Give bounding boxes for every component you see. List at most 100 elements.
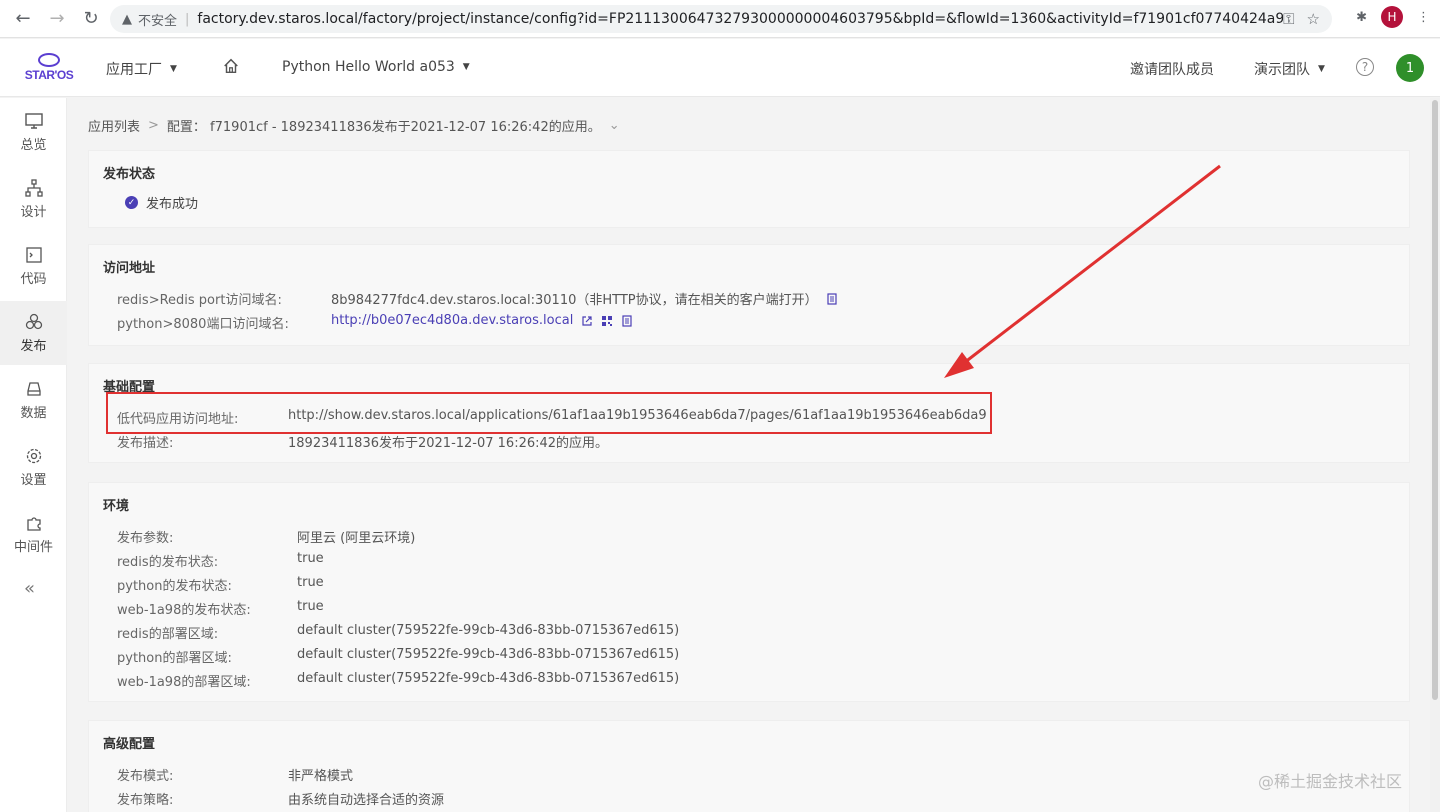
invite-label: 邀请团队成员 [1130,62,1214,78]
url-text[interactable]: factory.dev.staros.local/factory/project… [197,11,1283,27]
app-factory-menu[interactable]: 应用工厂 ▼ [106,59,177,79]
home-icon[interactable] [222,57,240,75]
env-key: web-1a98的部署区域: [117,675,251,690]
help-icon[interactable]: ? [1356,58,1374,76]
env-row: redis的发布状态: true [117,551,324,570]
qrcode-icon[interactable] [601,315,613,327]
logo[interactable]: STAR'OS [24,53,74,82]
star-icon[interactable]: ☆ [1307,10,1320,28]
check-circle-icon: ✓ [125,196,138,209]
caret-down-icon: ▼ [170,64,177,74]
basic-key: 发布描述: [117,436,174,451]
scrollbar-thumb[interactable] [1432,100,1438,700]
caret-down-icon: ▼ [462,62,470,72]
env-key: web-1a98的发布状态: [117,603,251,618]
database-icon [26,382,41,396]
team-selector[interactable]: 演示团队 ▼ [1254,59,1325,79]
breadcrumb-separator: > [148,118,159,133]
sidebar-item-label: 总览 [20,138,47,153]
sidebar-item-label: 数据 [20,406,47,421]
card-title: 环境 [103,499,130,514]
app-factory-label: 应用工厂 [106,62,162,78]
basic-value: 18923411836发布于2021-12-07 16:26:42的应用。 [288,436,609,451]
sidebar-item-middleware[interactable]: 中间件 [0,502,67,566]
address-bar[interactable]: ▲ 不安全 | factory.dev.staros.local/factory… [110,5,1332,33]
team-name: 演示团队 [1254,62,1310,78]
env-value: 阿里云 (阿里云环境) [297,531,416,546]
chevron-down-icon[interactable]: ⌄ [609,118,620,133]
project-name: Python Hello World a053 [282,59,455,75]
app-header: STAR'OS 应用工厂 ▼ Python Hello World a053 ▼… [0,39,1440,97]
reload-button[interactable]: ↻ [74,4,108,34]
access-link[interactable]: http://b0e07ec4d80a.dev.staros.local [331,313,573,328]
forward-button[interactable]: → [40,4,74,34]
insecure-label: 不安全 [138,13,178,29]
advanced-value: 由系统自动选择合适的资源 [288,793,445,808]
env-key: 发布参数: [117,531,174,546]
puzzle-icon [26,517,41,531]
project-selector[interactable]: Python Hello World a053 ▼ [282,59,470,75]
env-key: python的部署区域: [117,651,232,666]
gear-icon [26,448,41,464]
scrollbar[interactable] [1430,98,1440,812]
profile-avatar[interactable]: H [1381,6,1403,28]
menu-icon[interactable]: ⋮ [1417,10,1430,25]
key-icon[interactable]: ⚿ [1283,10,1294,28]
breadcrumb-root-link[interactable]: 应用列表 [88,116,140,135]
copy-icon[interactable] [621,314,633,327]
env-key: python的发布状态: [117,579,232,594]
card-title: 高级配置 [103,737,156,752]
sidebar-item-code[interactable]: 代码 [0,234,67,298]
back-button[interactable]: ← [6,4,40,34]
access-row: python>8080端口访问域名: http://b0e07ec4d80a.d… [117,313,632,332]
highlight-box [106,392,992,434]
access-row: redis>Redis port访问域名: 8b984277fdc4.dev.s… [117,289,837,308]
breadcrumb-current: 配置： f71901cf - 18923411836发布于2021-12-07 … [166,120,601,135]
browser-toolbar: ← → ↻ ▲ 不安全 | factory.dev.staros.local/f… [0,0,1440,38]
invite-button[interactable]: 邀请团队成员 [1130,59,1214,79]
sidebar-item-label: 设计 [20,205,47,220]
access-value: 8b984277fdc4.dev.staros.local:30110（非HTT… [331,293,818,308]
terminal-icon [25,247,42,263]
env-row: web-1a98的部署区域: default cluster(759522fe-9… [117,671,679,690]
advanced-row: 发布模式: 非严格模式 [117,765,353,784]
logo-mark [38,53,60,67]
advanced-card: 高级配置 发布模式: 非严格模式 发布策略: 由系统自动选择合适的资源 [88,720,1410,812]
sidebar-item-publish[interactable]: 发布 [0,301,67,365]
copy-icon[interactable] [826,292,838,305]
env-row: web-1a98的发布状态: true [117,599,324,618]
watermark: @稀土掘金技术社区 [1258,772,1403,791]
env-key: redis的部署区域: [117,627,219,642]
cluster-icon [25,313,42,330]
env-value: true [297,551,324,566]
omnibox-divider: | [185,11,190,27]
env-value: default cluster(759522fe-99cb-43d6-83bb-… [297,623,680,638]
external-link-icon[interactable] [581,315,593,327]
advanced-row: 发布策略: 由系统自动选择合适的资源 [117,789,444,808]
card-title: 发布状态 [103,167,156,182]
sidebar-item-overview[interactable]: 总览 [0,100,67,164]
advanced-key: 发布策略: [117,793,174,808]
basic-row: 发布描述: 18923411836发布于2021-12-07 16:26:42的… [117,432,608,451]
env-value: true [297,575,324,590]
hierarchy-icon [24,179,43,197]
collapse-sidebar-icon[interactable]: « [24,578,35,599]
sidebar: 总览 设计 代码 发布 数据 设置 中间件 « [0,98,67,812]
access-value-wrap: http://b0e07ec4d80a.dev.staros.local [331,313,633,328]
user-avatar[interactable]: 1 [1396,54,1424,82]
env-row: redis的部署区域: default cluster(759522fe-99cb… [117,623,679,642]
env-key: redis的发布状态: [117,555,219,570]
sidebar-item-design[interactable]: 设计 [0,167,67,231]
env-card: 环境 发布参数: 阿里云 (阿里云环境) redis的发布状态: true pyth… [88,482,1410,702]
publish-status-value: 发布成功 [146,197,199,212]
advanced-key: 发布模式: [117,769,174,784]
sidebar-item-settings[interactable]: 设置 [0,435,67,499]
sidebar-item-data[interactable]: 数据 [0,368,67,432]
monitor-icon [24,113,43,129]
env-value: true [297,599,324,614]
card-title: 访问地址 [103,261,156,276]
warning-icon: ▲ [122,11,132,27]
extensions-icon[interactable]: ✱ [1356,10,1367,25]
publish-status: ✓ 发布成功 [125,193,198,212]
access-value-wrap: 8b984277fdc4.dev.staros.local:30110（非HTT… [331,289,838,308]
